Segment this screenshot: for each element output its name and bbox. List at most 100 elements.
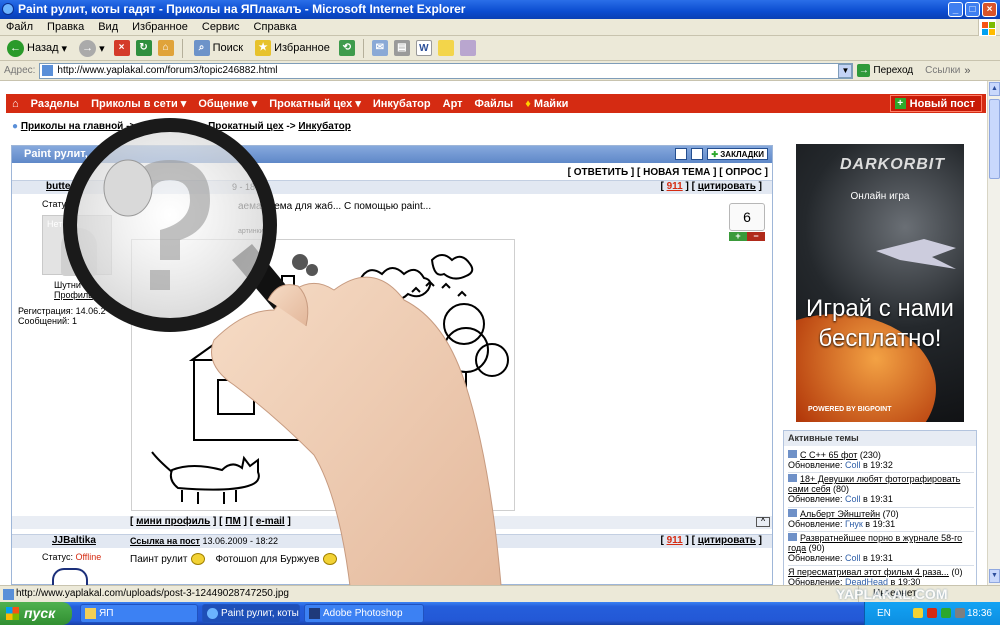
- toolbar-separator: [181, 38, 183, 58]
- breadcrumb-current[interactable]: Инкубатор: [298, 121, 351, 132]
- topic-actions[interactable]: [ ОТВЕТИТЬ ] [ НОВАЯ ТЕМА ] [ ОПРОС ]: [568, 167, 768, 178]
- maximize-button[interactable]: □: [965, 2, 980, 17]
- menu-view[interactable]: Вид: [98, 19, 118, 35]
- links-chevron-icon[interactable]: »: [964, 65, 970, 77]
- scroll-up-icon[interactable]: ▲: [989, 82, 1000, 96]
- scroll-down-icon[interactable]: ▼: [989, 569, 1000, 583]
- tray-icon[interactable]: [955, 608, 965, 618]
- taskbar-item-ie[interactable]: Paint рулит, коты га...: [202, 604, 300, 623]
- smiley-icon: [323, 553, 338, 565]
- ad-subtitle: Онлайн игра: [850, 191, 910, 202]
- scrollbar-thumb[interactable]: [989, 99, 1000, 179]
- post-permalink[interactable]: Ссылка на пост: [130, 536, 200, 546]
- home-icon[interactable]: ⌂: [12, 98, 19, 110]
- rate-minus-button[interactable]: −: [747, 232, 765, 241]
- tray-icon[interactable]: [941, 608, 951, 618]
- discuss-icon[interactable]: [437, 40, 454, 56]
- post-image[interactable]: AL.COM: [131, 239, 515, 511]
- topic-updated-label: Обновление:: [788, 577, 843, 585]
- nav-talk[interactable]: Общение ▾: [198, 97, 257, 110]
- taskbar-item-folder[interactable]: ЯП: [80, 604, 198, 623]
- nav-files[interactable]: Файлы: [475, 98, 514, 110]
- tray-icon[interactable]: [913, 608, 923, 618]
- search-button[interactable]: ⌕ Поиск: [191, 38, 246, 59]
- new-post-button[interactable]: + Новый пост: [889, 95, 982, 112]
- image-watermark: AL.COM: [432, 483, 472, 494]
- go-label: Переход: [873, 65, 914, 76]
- menu-help[interactable]: Справка: [254, 19, 297, 35]
- topic-link[interactable]: С С++ 65 фот: [800, 450, 857, 460]
- post-author[interactable]: JJBaltika: [52, 535, 96, 546]
- topic-link[interactable]: Я пересматривал этот фильм 4 раза...: [788, 567, 949, 577]
- mail-icon[interactable]: ✉: [371, 40, 388, 56]
- topic-link[interactable]: Альберт Эйнштейн: [800, 509, 880, 519]
- home-icon[interactable]: ⌂: [157, 40, 174, 56]
- menu-tools[interactable]: Сервис: [202, 19, 240, 35]
- address-dropdown-icon[interactable]: ▼: [838, 63, 853, 78]
- nav-rental[interactable]: Прокатный цех ▾: [269, 97, 361, 110]
- links-label[interactable]: Ссылки: [925, 65, 960, 76]
- forward-button[interactable]: → ▾: [76, 38, 108, 59]
- topic-user[interactable]: Coll: [845, 553, 861, 563]
- mini-profile-link[interactable]: мини профиль: [136, 516, 210, 527]
- post-text-part: Паинт рулит: [130, 553, 188, 565]
- nav-art[interactable]: Арт: [443, 98, 463, 110]
- nav-incubator[interactable]: Инкубатор: [373, 98, 431, 110]
- history-icon[interactable]: ⟲: [338, 40, 355, 56]
- breadcrumb-parent[interactable]: Прокатный цех: [208, 121, 284, 132]
- avatar: [52, 568, 88, 585]
- pm-link[interactable]: ПМ: [225, 516, 241, 527]
- nav-sections[interactable]: Разделы: [31, 98, 79, 110]
- stop-icon[interactable]: ×: [113, 40, 130, 56]
- minimize-button[interactable]: _: [948, 2, 963, 17]
- menu-file[interactable]: Файл: [6, 19, 33, 35]
- topic-user[interactable]: Coll: [845, 494, 861, 504]
- taskbar-item-photoshop[interactable]: Adobe Photoshop: [304, 604, 424, 623]
- favorites-button[interactable]: ★ Избранное: [252, 38, 333, 59]
- topic-user[interactable]: DeadHead: [845, 577, 888, 585]
- tray-icon[interactable]: [927, 608, 937, 618]
- print-topic-icon[interactable]: [675, 148, 688, 160]
- messenger-icon[interactable]: [459, 40, 476, 56]
- topic-time: в 19:31: [865, 519, 896, 529]
- menu-favorites[interactable]: Избранное: [132, 19, 188, 35]
- user-status: Статус: Offline: [42, 552, 101, 562]
- nav-fun[interactable]: Приколы в сети ▾: [91, 97, 186, 110]
- refresh-icon[interactable]: ↻: [135, 40, 152, 56]
- back-button[interactable]: ← Назад ▾: [4, 38, 70, 59]
- address-input[interactable]: http://www.yaplakal.com/forum3/topic2468…: [39, 62, 854, 79]
- windows-logo-icon: [6, 607, 19, 620]
- scroll-top-icon[interactable]: ^: [756, 517, 770, 527]
- topic-user[interactable]: Coll: [845, 460, 861, 470]
- ie-icon: [207, 608, 218, 619]
- breadcrumb-home[interactable]: Приколы на главной: [21, 121, 124, 132]
- menu-edit[interactable]: Правка: [47, 19, 84, 35]
- quote-link[interactable]: цитировать: [698, 535, 756, 546]
- post-text-part: Фотошоп для Буржуев: [215, 553, 320, 565]
- breadcrumb-icon: ●: [12, 121, 19, 132]
- nav-tshirts-label: Майки: [533, 97, 569, 110]
- print-icon[interactable]: ▤: [393, 40, 410, 56]
- email-topic-icon[interactable]: [691, 148, 704, 160]
- post-number[interactable]: 911: [667, 535, 683, 546]
- topic-user[interactable]: Гнук: [845, 519, 863, 529]
- rate-plus-button[interactable]: +: [729, 232, 747, 241]
- address-label: Адрес:: [4, 65, 36, 76]
- go-button[interactable]: → Переход: [857, 64, 913, 77]
- profile-link[interactable]: Профиль: [54, 290, 93, 300]
- email-link[interactable]: e-mail: [256, 516, 285, 527]
- quote-link[interactable]: цитировать: [698, 181, 756, 192]
- language-indicator[interactable]: EN: [877, 602, 891, 625]
- bookmarks-button[interactable]: ✚ ЗАКЛАДКИ: [707, 148, 768, 160]
- go-arrow-icon: →: [857, 64, 871, 77]
- ad-banner[interactable]: DARKORBIT Онлайн игра Играй с нами беспл…: [796, 144, 964, 422]
- topic-link[interactable]: 18+ Девушки любят фотографировать сами с…: [788, 474, 960, 494]
- vertical-scrollbar[interactable]: ▲ ▼: [987, 81, 1000, 585]
- start-button[interactable]: пуск: [0, 602, 72, 625]
- post-number[interactable]: 911: [667, 181, 683, 192]
- ad-logo: DARKORBIT: [840, 156, 945, 173]
- nav-tshirts[interactable]: ♦ Майки: [525, 98, 568, 110]
- edit-icon[interactable]: W: [415, 40, 432, 56]
- close-button[interactable]: ×: [982, 2, 997, 17]
- post-author[interactable]: butte: [46, 181, 70, 192]
